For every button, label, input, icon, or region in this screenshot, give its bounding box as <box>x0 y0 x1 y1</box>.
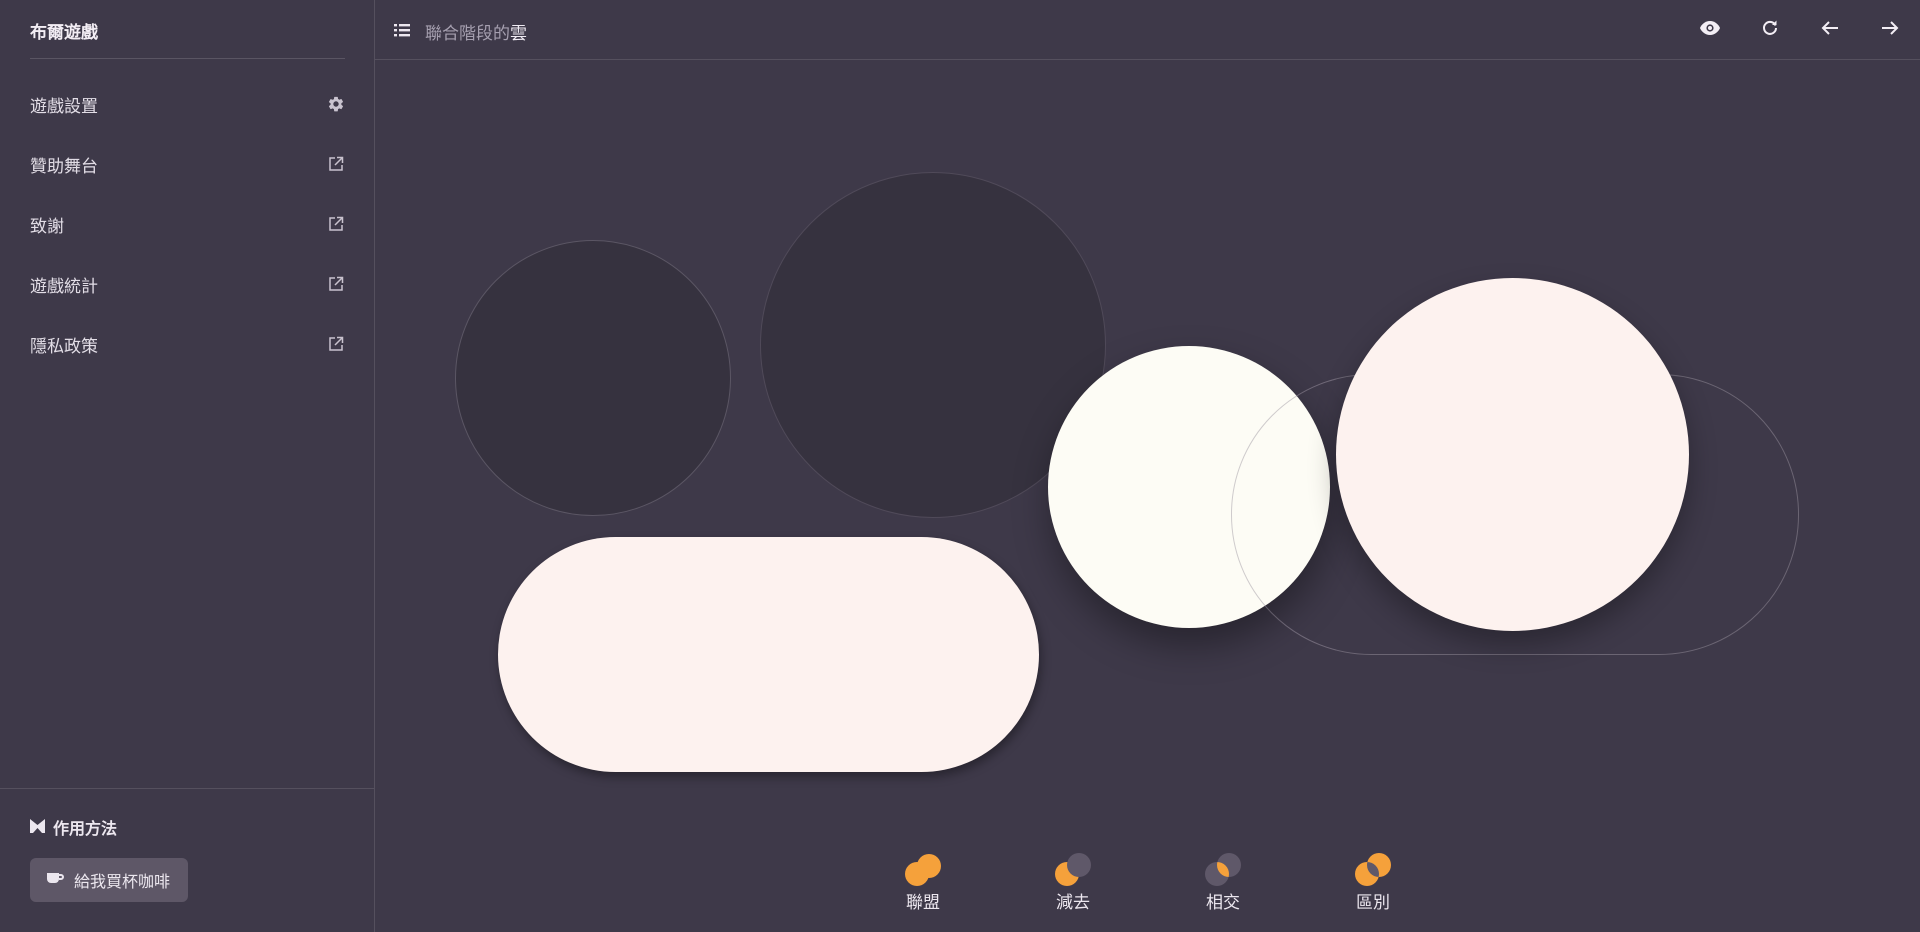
refresh-icon <box>1761 19 1779 41</box>
how-it-works-label: 作用方法 <box>53 819 118 838</box>
external-link-icon <box>327 335 345 353</box>
union-button[interactable]: 聯盟 <box>888 852 958 913</box>
title-divider <box>30 58 345 59</box>
level-title: 聯合階段的雲 <box>425 19 527 44</box>
external-link-icon <box>327 155 345 173</box>
menu-item-privacy[interactable]: 隱私政策 <box>30 324 345 364</box>
capsule-piece[interactable] <box>498 537 1039 772</box>
level-list-icon[interactable] <box>393 21 411 39</box>
intersect-button[interactable]: 相交 <box>1188 852 1258 913</box>
brand-mark-icon <box>30 818 45 837</box>
subtract-icon <box>1038 852 1108 888</box>
menu-item-label: 遊戲統計 <box>30 276 98 297</box>
top-bar: 聯合階段的雲 <box>375 0 1920 60</box>
external-link-icon <box>327 215 345 233</box>
how-it-works-link[interactable]: 作用方法 <box>30 815 117 839</box>
circle-piece-cream[interactable] <box>1336 278 1689 631</box>
intersect-icon <box>1188 852 1258 888</box>
sidebar-bottom-divider <box>0 788 375 789</box>
external-link-icon <box>327 275 345 293</box>
coffee-cup-icon <box>46 870 64 890</box>
menu-item-label: 隱私政策 <box>30 336 98 357</box>
arrow-left-icon <box>1821 20 1839 40</box>
menu-item-label: 贊助舞台 <box>30 156 98 177</box>
intersect-label: 相交 <box>1206 893 1240 913</box>
union-label: 聯盟 <box>906 893 940 913</box>
level-title-highlight: 雲 <box>510 24 527 44</box>
union-icon <box>888 852 958 888</box>
level-title-prefix: 聯合階段的 <box>425 24 510 44</box>
menu-item-credits[interactable]: 致謝 <box>30 204 345 244</box>
sidebar: 布爾遊戲 遊戲設置 贊助舞台 致謝 遊戲統計 隱私政策 作用方法 給我買杯咖啡 <box>0 0 375 932</box>
app-title: 布爾遊戲 <box>30 23 98 43</box>
gear-icon <box>327 95 345 113</box>
eye-icon <box>1699 20 1721 40</box>
difference-button[interactable]: 區別 <box>1338 852 1408 913</box>
circle-piece-ivory[interactable] <box>1048 346 1330 628</box>
menu-item-stats[interactable]: 遊戲統計 <box>30 264 345 304</box>
arrow-right-icon <box>1881 20 1899 40</box>
next-level-button[interactable] <box>1876 16 1904 44</box>
game-canvas <box>375 60 1920 932</box>
preview-button[interactable] <box>1696 16 1724 44</box>
reset-button[interactable] <box>1756 16 1784 44</box>
menu-item-label: 遊戲設置 <box>30 96 98 117</box>
subtract-label: 減去 <box>1056 893 1090 913</box>
difference-label: 區別 <box>1356 893 1390 913</box>
target-circle-small <box>455 240 731 516</box>
menu-item-sponsor[interactable]: 贊助舞台 <box>30 144 345 184</box>
difference-icon <box>1338 852 1408 888</box>
app: 布爾遊戲 遊戲設置 贊助舞台 致謝 遊戲統計 隱私政策 作用方法 給我買杯咖啡 … <box>0 0 1920 932</box>
buy-coffee-label: 給我買杯咖啡 <box>74 872 171 891</box>
menu-item-label: 致謝 <box>30 216 64 237</box>
subtract-button[interactable]: 減去 <box>1038 852 1108 913</box>
previous-level-button[interactable] <box>1816 16 1844 44</box>
buy-coffee-button[interactable]: 給我買杯咖啡 <box>30 858 189 902</box>
menu-item-settings[interactable]: 遊戲設置 <box>30 84 345 124</box>
